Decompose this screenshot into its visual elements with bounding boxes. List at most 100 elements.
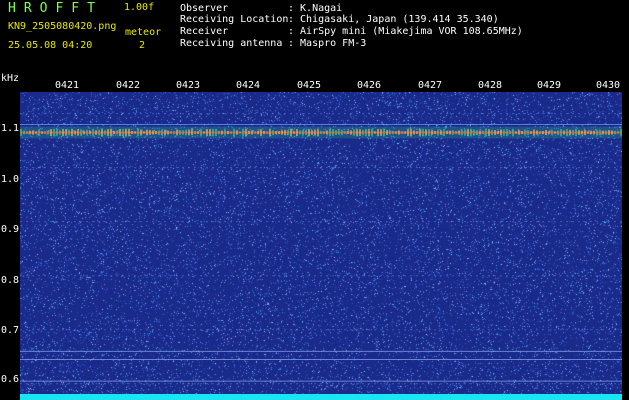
signal-segment xyxy=(500,129,502,136)
signal-segment xyxy=(212,128,214,137)
signal-segment xyxy=(353,129,355,136)
file-name: KN9_2505080420.png xyxy=(8,21,117,32)
signal-segment xyxy=(77,129,79,136)
signal-segment xyxy=(101,128,103,137)
location-value: : Chigasaki, Japan (139.414 35.340) xyxy=(288,14,499,25)
signal-segment xyxy=(617,131,619,134)
hrofft-window: HROFFT 1.00f KN9_2505080420.png meteor 2… xyxy=(0,0,629,400)
signal-segment xyxy=(215,129,217,136)
signal-segment xyxy=(149,130,151,135)
signal-segment xyxy=(539,131,541,135)
x-tick-label: 0425 xyxy=(297,80,322,91)
signal-segment xyxy=(128,128,130,137)
signal-segment xyxy=(359,129,361,136)
signal-segment xyxy=(509,131,511,135)
signal-segment xyxy=(395,131,397,134)
signal-segment xyxy=(47,130,49,135)
observer-value: : K.Nagai xyxy=(288,3,343,14)
signal-segment xyxy=(572,129,574,136)
signal-segment xyxy=(26,131,28,134)
signal-segment xyxy=(197,131,199,134)
y-tick-label: 0.6 xyxy=(1,374,20,385)
signal-segment xyxy=(173,131,175,134)
signal-segment xyxy=(362,129,364,136)
signal-segment xyxy=(590,130,592,135)
signal-segment xyxy=(143,131,145,134)
signal-segment xyxy=(245,128,247,137)
signal-segment xyxy=(293,131,295,134)
x-tick-label: 0427 xyxy=(418,80,443,91)
signal-segment xyxy=(470,128,472,137)
x-tick-label: 0421 xyxy=(55,80,80,91)
signal-segment xyxy=(59,130,61,135)
signal-segment xyxy=(260,129,262,136)
signal-segment xyxy=(380,129,382,136)
signal-segment xyxy=(404,131,406,134)
signal-segment xyxy=(557,130,559,135)
signal-segment xyxy=(344,131,346,134)
signal-segment xyxy=(131,131,133,135)
signal-segment xyxy=(536,130,538,135)
signal-segment xyxy=(581,130,583,135)
signal-segment xyxy=(254,131,256,134)
signal-segment xyxy=(284,129,286,136)
signal-segment xyxy=(236,130,238,135)
signal-segment xyxy=(263,130,265,135)
capture-time: 25.05.08 04:20 xyxy=(8,40,93,51)
signal-segment xyxy=(161,129,163,136)
signal-segment xyxy=(182,130,184,135)
signal-segment xyxy=(620,128,622,137)
app-logo: HROFFT xyxy=(8,1,103,16)
signal-segment xyxy=(158,130,160,135)
signal-segment xyxy=(53,128,55,137)
x-tick-label: 0422 xyxy=(116,80,141,91)
signal-segment xyxy=(113,130,115,135)
observer-label: Observer xyxy=(180,3,229,14)
signal-segment xyxy=(125,128,127,137)
signal-segment xyxy=(62,128,64,137)
signal-segment xyxy=(44,131,46,134)
signal-segment xyxy=(281,130,283,135)
signal-segment xyxy=(467,128,469,137)
signal-segment xyxy=(80,129,82,136)
signal-segment xyxy=(221,130,223,135)
signal-segment xyxy=(533,129,535,136)
signal-segment xyxy=(554,131,556,134)
signal-segment xyxy=(23,130,25,135)
noise-baseline xyxy=(20,394,622,400)
signal-segment xyxy=(164,129,166,136)
signal-segment xyxy=(230,131,232,134)
signal-segment xyxy=(530,131,532,134)
signal-segment xyxy=(416,131,418,134)
signal-segment xyxy=(302,129,304,136)
signal-segment xyxy=(383,128,385,137)
signal-segment xyxy=(377,128,379,137)
signal-segment xyxy=(347,131,349,134)
signal-segment xyxy=(320,131,322,135)
signal-segment xyxy=(587,131,589,134)
signal-segment xyxy=(458,130,460,135)
signal-segment xyxy=(503,129,505,136)
signal-segment xyxy=(494,129,496,136)
signal-segment xyxy=(407,129,409,136)
signal-segment xyxy=(194,130,196,135)
signal-segment xyxy=(413,130,415,135)
signal-segment xyxy=(365,128,367,137)
x-tick-label: 0430 xyxy=(596,80,621,91)
signal-segment xyxy=(338,130,340,135)
signal-segment xyxy=(488,129,490,137)
signal-segment xyxy=(317,128,319,137)
signal-segment xyxy=(203,131,205,134)
signal-segment xyxy=(389,130,391,135)
signal-segment xyxy=(146,129,148,136)
signal-segment xyxy=(506,128,508,137)
signal-segment xyxy=(119,129,121,136)
signal-segment xyxy=(515,131,517,134)
signal-segment xyxy=(524,129,526,136)
signal-segment xyxy=(425,129,427,136)
signal-segment xyxy=(65,129,67,136)
signal-segment xyxy=(272,130,274,135)
signal-segment xyxy=(275,131,277,134)
y-tick-label: 1.1 xyxy=(1,123,20,134)
signal-segment xyxy=(608,130,610,136)
